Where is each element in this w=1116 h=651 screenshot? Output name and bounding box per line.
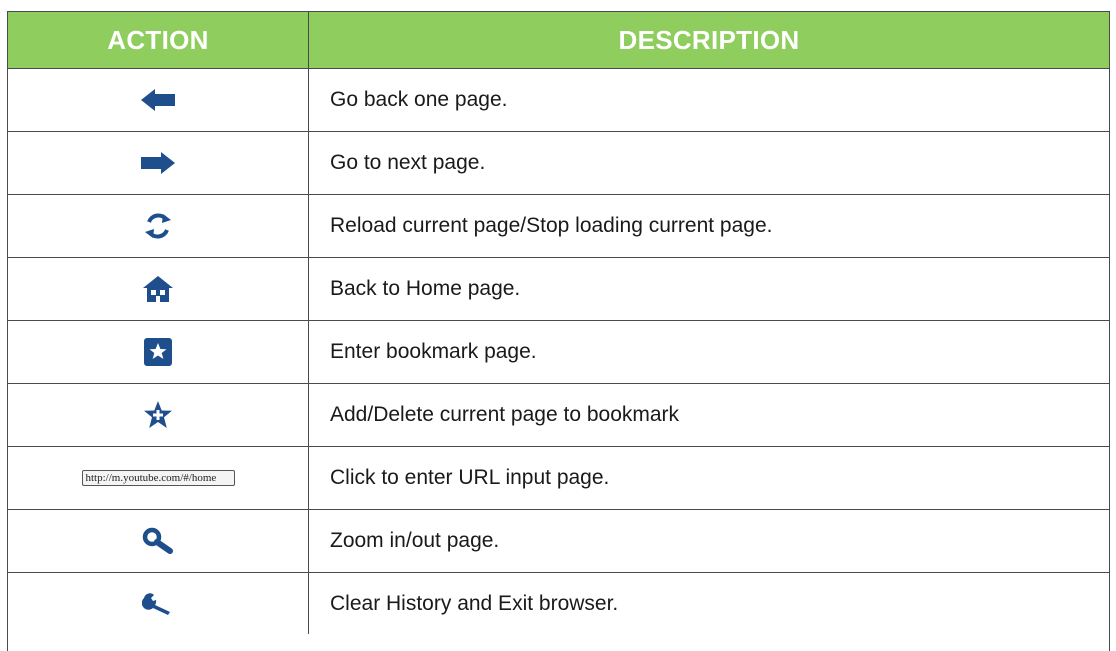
home-icon[interactable]	[143, 276, 173, 302]
description-cell: Go back one page.	[330, 88, 508, 111]
table-row: Back to Home page.	[8, 258, 1109, 321]
action-cell	[8, 384, 309, 446]
action-column-header: ACTION	[8, 12, 309, 68]
table-row: Clear History and Exit browser.	[8, 573, 1109, 634]
table-row: Add/Delete current page to bookmark	[8, 384, 1109, 447]
actions-table: ACTION DESCRIPTION Go back one page. Go …	[7, 11, 1110, 651]
table-header-row: ACTION DESCRIPTION	[8, 12, 1109, 69]
description-cell: Add/Delete current page to bookmark	[330, 403, 680, 426]
action-cell	[8, 321, 309, 383]
zoom-icon[interactable]	[142, 527, 174, 555]
action-cell	[8, 195, 309, 257]
table-row: Enter bookmark page.	[8, 321, 1109, 384]
wrench-icon[interactable]	[142, 592, 174, 616]
bookmark-page-icon[interactable]	[144, 338, 172, 366]
add-bookmark-icon[interactable]	[143, 401, 173, 429]
forward-arrow-icon[interactable]	[141, 152, 175, 174]
description-cell: Back to Home page.	[330, 277, 521, 300]
table-row: Go to next page.	[8, 132, 1109, 195]
description-cell: Go to next page.	[330, 151, 486, 174]
description-cell: Zoom in/out page.	[330, 529, 500, 552]
action-cell	[8, 573, 309, 634]
reload-icon[interactable]	[144, 213, 172, 239]
table-row: Zoom in/out page.	[8, 510, 1109, 573]
table-row: Reload current page/Stop loading current…	[8, 195, 1109, 258]
table-row: http://m.youtube.com/#/home Click to ent…	[8, 447, 1109, 510]
description-cell: Clear History and Exit browser.	[330, 591, 619, 615]
description-cell: Enter bookmark page.	[330, 340, 537, 363]
description-cell: Click to enter URL input page.	[330, 466, 610, 489]
action-cell	[8, 132, 309, 194]
action-cell	[8, 510, 309, 572]
description-column-header: DESCRIPTION	[618, 24, 800, 55]
action-cell	[8, 258, 309, 320]
table-row: Go back one page.	[8, 69, 1109, 132]
action-cell: http://m.youtube.com/#/home	[8, 447, 309, 509]
back-arrow-icon[interactable]	[141, 89, 175, 111]
url-input-box[interactable]: http://m.youtube.com/#/home	[81, 470, 235, 486]
action-cell	[8, 69, 309, 131]
description-cell: Reload current page/Stop loading current…	[330, 214, 773, 237]
